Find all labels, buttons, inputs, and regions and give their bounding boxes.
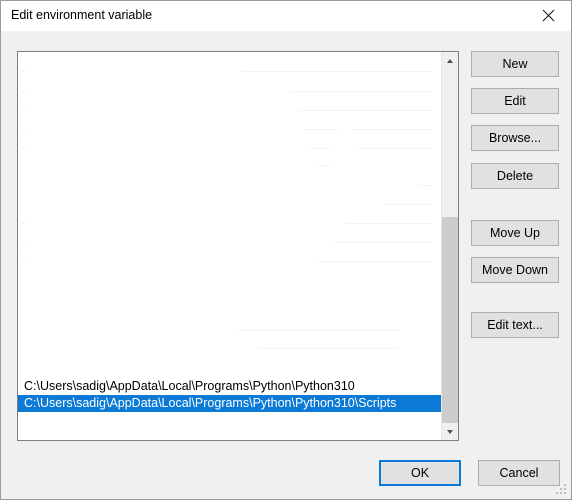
chevron-down-icon[interactable] [442,423,458,440]
ghost-tick [21,110,26,111]
ghost-line [318,165,330,166]
ghost-tick [21,71,26,72]
ghost-line [383,204,433,205]
resize-grip-icon[interactable] [556,484,568,496]
close-icon[interactable] [526,1,571,30]
new-button[interactable]: New [471,51,559,77]
ghost-tick [21,148,26,149]
browse-button[interactable]: Browse... [471,125,559,151]
path-list-box[interactable]: C:\Users\sadig\AppData\Local\Programs\Py… [17,51,459,441]
ghost-tick [21,129,26,130]
vertical-scrollbar[interactable] [441,52,458,440]
ghost-line [356,148,433,149]
window-title: Edit environment variable [11,8,153,22]
ghost-line [238,330,401,331]
edit-environment-variable-dialog: Edit environment variable C:\Users\sadig… [0,0,572,500]
move-up-button[interactable]: Move Up [471,220,559,246]
ghost-line [299,110,433,111]
ghost-line [290,91,433,92]
edit-button[interactable]: Edit [471,88,559,114]
move-down-button[interactable]: Move Down [471,257,559,283]
edit-text-button[interactable]: Edit text... [471,312,559,338]
ok-button[interactable]: OK [379,460,461,486]
ghost-tick [21,91,26,92]
ghost-line [308,148,330,149]
scrollbar-thumb[interactable] [442,217,458,427]
ghost-line [258,348,398,349]
delete-button[interactable]: Delete [471,163,559,189]
ghost-line [351,129,433,130]
ghost-line [317,261,433,262]
ghost-tick [21,223,26,224]
ghost-line [332,242,433,243]
path-list-rows: C:\Users\sadig\AppData\Local\Programs\Py… [18,52,441,440]
cancel-button[interactable]: Cancel [478,460,560,486]
ghost-line [347,223,433,224]
ghost-line [303,129,339,130]
ghost-tick [21,242,26,243]
chevron-up-icon[interactable] [442,52,458,69]
chevron-up-glyph [447,58,453,63]
list-item[interactable]: C:\Users\sadig\AppData\Local\Programs\Py… [18,378,441,395]
title-bar: Edit environment variable [1,1,571,32]
list-item[interactable]: C:\Users\sadig\AppData\Local\Programs\Py… [18,395,441,412]
ghost-line [418,185,433,186]
ghost-line [243,71,433,72]
chevron-down-glyph [447,429,453,434]
ghost-tick [21,261,26,262]
